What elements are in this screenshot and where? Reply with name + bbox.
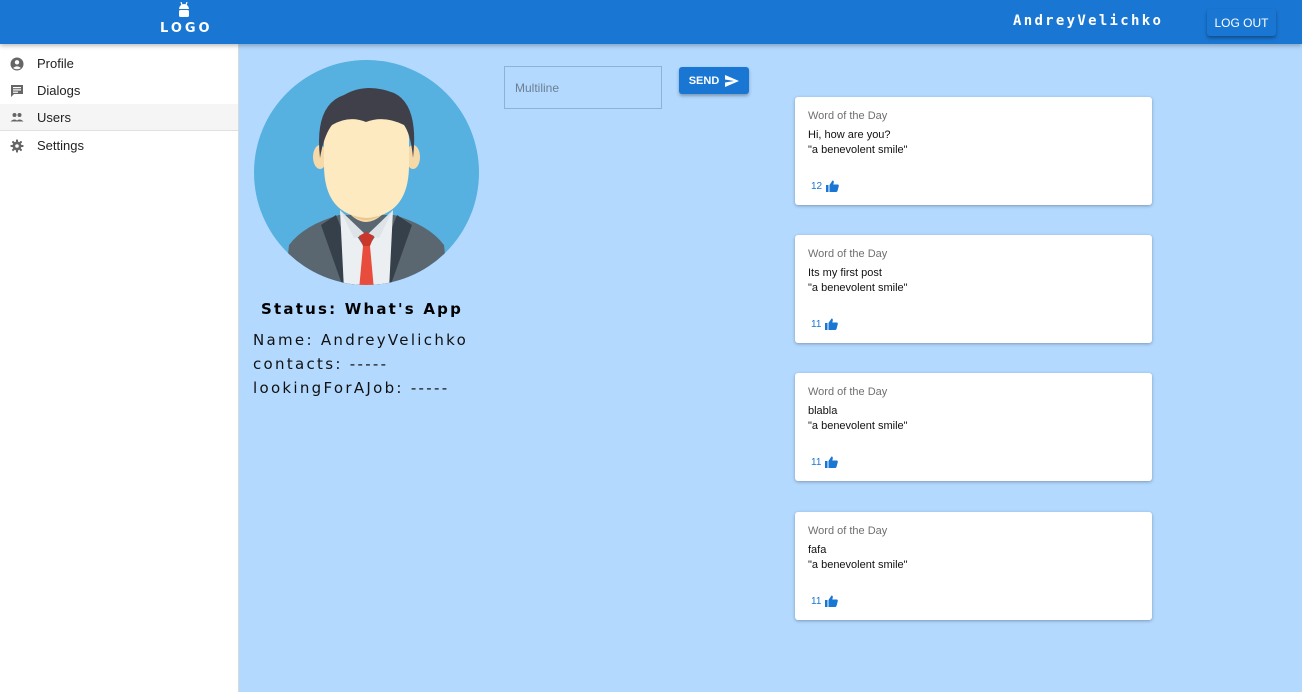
post-quote: "a benevolent smile" <box>808 282 908 294</box>
account-circle-icon <box>10 57 24 71</box>
thumb-up-icon <box>825 595 839 607</box>
send-label: SEND <box>688 74 720 87</box>
post-card: Word of the Day blabla "a benevolent smi… <box>795 373 1152 481</box>
like-button[interactable]: 11 <box>811 595 839 607</box>
sidebar-item-settings[interactable]: Settings <box>0 132 238 159</box>
post-subtitle: Word of the Day <box>808 110 888 122</box>
header-username: AndreyVelichko <box>1013 13 1164 29</box>
likes-count: 11 <box>811 318 822 330</box>
post-card: Word of the Day Its my first post "a ben… <box>795 235 1152 343</box>
thumb-up-icon <box>826 180 839 192</box>
android-icon <box>179 2 189 17</box>
gear-icon <box>10 139 24 153</box>
send-icon <box>725 74 740 87</box>
profile-status[interactable]: Status: What's App <box>261 300 463 318</box>
post-subtitle: Word of the Day <box>808 386 888 398</box>
logo: LOGO <box>160 2 213 42</box>
post-card: Word of the Day fafa "a benevolent smile… <box>795 512 1152 620</box>
post-message: Its my first post <box>808 267 882 279</box>
sidebar-item-label: Profile <box>37 56 74 71</box>
logout-button[interactable]: LOG OUT <box>1207 9 1276 36</box>
like-button[interactable]: 12 <box>811 180 839 192</box>
sidebar-item-dialogs[interactable]: Dialogs <box>0 77 238 104</box>
avatar <box>254 60 479 285</box>
logo-text: LOGO <box>160 21 213 36</box>
post-subtitle: Word of the Day <box>808 248 888 260</box>
like-button[interactable]: 11 <box>811 318 839 330</box>
sidebar-item-profile[interactable]: Profile <box>0 50 238 77</box>
post-card: Word of the Day Hi, how are you? "a bene… <box>795 97 1152 205</box>
send-button[interactable]: SEND <box>679 67 749 94</box>
post-quote: "a benevolent smile" <box>808 420 908 432</box>
like-button[interactable]: 11 <box>811 456 839 468</box>
post-quote: "a benevolent smile" <box>808 559 908 571</box>
profile-name: Name: AndreyVelichko <box>253 331 469 349</box>
profile-contacts: contacts: ----- <box>253 355 389 373</box>
sidebar-item-label: Settings <box>37 138 84 153</box>
chat-icon <box>10 84 24 98</box>
post-quote: "a benevolent smile" <box>808 144 908 156</box>
thumb-up-icon <box>825 456 839 468</box>
thumb-up-icon <box>825 318 839 330</box>
profile-looking-for-job: lookingForAJob: ----- <box>253 379 450 397</box>
post-message: Hi, how are you? <box>808 129 891 141</box>
sidebar-item-users[interactable]: Users <box>0 104 238 131</box>
likes-count: 11 <box>811 456 822 468</box>
post-input[interactable] <box>504 66 662 109</box>
post-subtitle: Word of the Day <box>808 525 888 537</box>
likes-count: 12 <box>811 180 823 192</box>
people-icon <box>10 110 24 124</box>
sidebar: Profile Dialogs Users Settings <box>0 44 239 692</box>
post-message: fafa <box>808 544 827 556</box>
sidebar-item-label: Users <box>37 109 71 125</box>
sidebar-item-label: Dialogs <box>37 83 81 98</box>
post-message: blabla <box>808 405 838 417</box>
app-bar: LOGO AndreyVelichko LOG OUT <box>0 0 1302 44</box>
likes-count: 11 <box>811 595 822 607</box>
